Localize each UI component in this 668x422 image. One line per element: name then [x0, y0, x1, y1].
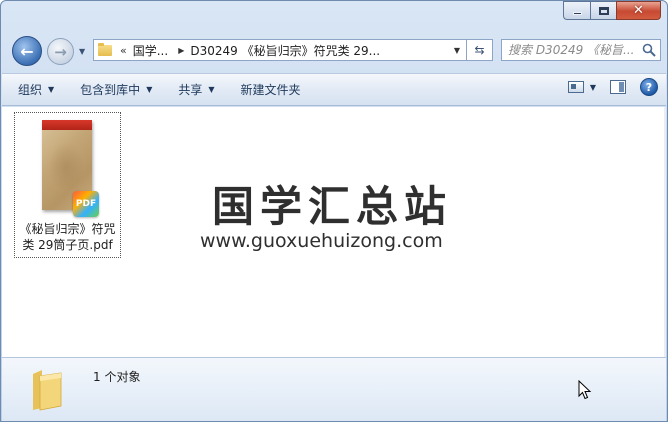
navigation-bar: ← → ▼ « 国学... ▶ D30249 《秘旨归宗》符咒类 29... ▼…: [9, 33, 661, 67]
pdf-thumbnail-page: [48, 142, 84, 192]
search-box[interactable]: [501, 39, 661, 61]
details-pane: 1 个对象: [2, 357, 666, 421]
share-label: 共享: [178, 83, 203, 97]
back-arrow-icon: ←: [20, 41, 34, 61]
breadcrumb-segment-current[interactable]: D30249 《秘旨归宗》符咒类 29...: [190, 42, 380, 59]
organize-label: 组织: [18, 83, 43, 97]
address-dropdown-icon[interactable]: ▼: [448, 40, 466, 60]
organize-button[interactable]: 组织 ▼: [8, 78, 64, 102]
recent-pages-dropdown[interactable]: ▼: [79, 47, 85, 56]
watermark-url: www.guoxuehuizong.com: [200, 230, 443, 252]
refresh-button[interactable]: ⇆: [467, 39, 493, 61]
breadcrumb-separator-icon[interactable]: ▶: [178, 46, 184, 55]
preview-pane-icon[interactable]: [610, 80, 626, 94]
new-folder-button[interactable]: 新建文件夹: [231, 78, 311, 102]
command-bar: 组织 ▼ 包含到库中 ▼ 共享 ▼ 新建文件夹 ▼ ?: [2, 73, 666, 106]
forward-arrow-icon: →: [54, 42, 67, 61]
forward-button[interactable]: →: [47, 38, 74, 65]
search-icon[interactable]: [642, 43, 656, 57]
breadcrumb-segment[interactable]: 国学...: [133, 42, 168, 59]
folder-icon: [33, 370, 62, 411]
refresh-icon: ⇆: [474, 43, 485, 57]
new-folder-label: 新建文件夹: [240, 83, 301, 97]
pdf-badge-icon: PDF: [73, 191, 99, 217]
item-count: 1 个对象: [93, 370, 141, 384]
address-bar[interactable]: « 国学... ▶ D30249 《秘旨归宗》符咒类 29... ▼: [93, 39, 467, 61]
minimize-icon: [572, 12, 582, 15]
change-view-icon[interactable]: [567, 81, 584, 93]
caption-buttons: ✕: [563, 1, 661, 20]
explorer-window: ✕ ← → ▼ « 国学... ▶ D30249 《秘旨归宗》符咒类 29...…: [0, 0, 668, 422]
file-name: 《秘旨归宗》符咒类 29筒子页.pdf: [19, 222, 116, 252]
back-button[interactable]: ←: [12, 36, 42, 66]
search-input[interactable]: [508, 43, 644, 57]
minimize-button[interactable]: [563, 1, 590, 20]
scrollbar-track[interactable]: [664, 107, 666, 357]
mouse-cursor-icon: [578, 380, 592, 400]
share-button[interactable]: 共享 ▼: [168, 78, 224, 102]
help-icon[interactable]: ?: [640, 78, 658, 96]
chevron-down-icon: ▼: [48, 85, 55, 94]
maximize-icon: [598, 6, 609, 15]
view-controls: ▼ ?: [567, 78, 658, 96]
maximize-button[interactable]: [590, 1, 616, 20]
breadcrumb-overflow[interactable]: «: [120, 44, 127, 57]
chevron-down-icon: ▼: [146, 85, 153, 94]
close-icon: ✕: [633, 3, 644, 18]
include-in-library-label: 包含到库中: [80, 83, 141, 97]
file-item[interactable]: PDF 《秘旨归宗》符咒类 29筒子页.pdf: [14, 112, 121, 258]
folder-icon: [98, 42, 112, 56]
watermark-title: 国学汇总站: [212, 182, 453, 231]
include-in-library-button[interactable]: 包含到库中 ▼: [70, 78, 162, 102]
view-options-dropdown-icon[interactable]: ▼: [590, 83, 596, 92]
chevron-down-icon: ▼: [208, 85, 215, 94]
file-list-area[interactable]: PDF 《秘旨归宗》符咒类 29筒子页.pdf 国学汇总站 www.guoxue…: [2, 107, 666, 357]
close-button[interactable]: ✕: [616, 1, 661, 20]
pdf-thumbnail-header: [42, 120, 92, 130]
